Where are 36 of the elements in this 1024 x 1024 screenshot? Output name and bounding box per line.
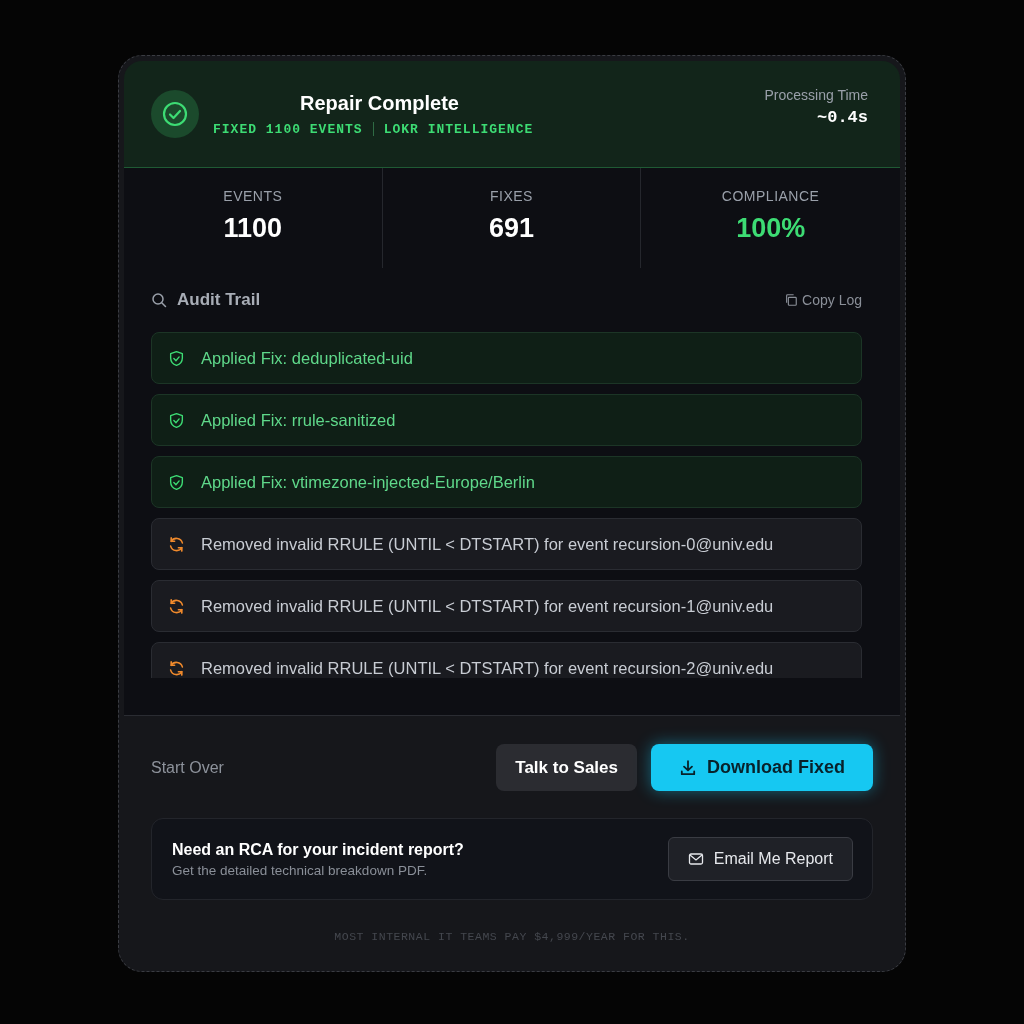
audit-trail-heading: Audit Trail bbox=[177, 290, 261, 310]
stat-label: FIXES bbox=[490, 188, 533, 204]
copy-log-button[interactable]: Copy Log bbox=[784, 292, 862, 308]
log-text: Removed invalid RRULE (UNTIL < DTSTART) for event recursion-1@univ.edu bbox=[201, 596, 774, 616]
mail-icon bbox=[687, 851, 704, 867]
processing-time-label: Processing Time bbox=[764, 87, 868, 103]
start-over-link[interactable]: Start Over bbox=[151, 758, 224, 777]
log-text: Applied Fix: rrule-sanitized bbox=[201, 410, 396, 430]
processing-time-value: ~0.4s bbox=[817, 108, 868, 127]
log-text: Applied Fix: deduplicated-uid bbox=[201, 348, 413, 368]
stat-label: EVENTS bbox=[223, 188, 283, 204]
log-text: Applied Fix: vtimezone-injected-Europe/Berlin bbox=[201, 472, 535, 492]
stat-value: 100% bbox=[736, 213, 806, 244]
copy-icon bbox=[784, 293, 799, 307]
events-fixed-label: FIXED 1100 EVENTS bbox=[213, 121, 363, 137]
refresh-icon bbox=[168, 659, 185, 677]
shield-check-icon bbox=[168, 349, 185, 367]
stat-label: COMPLIANCE bbox=[721, 188, 820, 204]
talk-to-sales-button[interactable]: Talk to Sales bbox=[496, 744, 637, 791]
title: Repair Complete bbox=[300, 91, 460, 115]
stat-value: 1100 bbox=[223, 213, 283, 244]
log-text: Removed invalid RRULE (UNTIL < DTSTART) for event recursion-2@univ.edu bbox=[201, 658, 774, 678]
download-fixed-button[interactable]: Download Fixed bbox=[651, 744, 873, 791]
log-text: Removed invalid RRULE (UNTIL < DTSTART) for event recursion-0@univ.edu bbox=[201, 534, 774, 554]
rca-description: Get the detailed technical breakdown PDF. bbox=[172, 862, 429, 878]
brand-label: LOKR INTELLIGENCE bbox=[383, 121, 534, 137]
refresh-icon bbox=[168, 535, 185, 553]
refresh-icon bbox=[168, 597, 185, 615]
shield-check-icon bbox=[168, 411, 185, 429]
stat-value: 691 bbox=[488, 213, 534, 244]
email-report-button[interactable]: Email Me Report bbox=[667, 837, 853, 881]
download-icon bbox=[679, 758, 697, 777]
shield-check-icon bbox=[168, 473, 185, 491]
check-circle-icon bbox=[151, 90, 199, 138]
rca-heading: Need an RCA for your incident report? bbox=[172, 840, 464, 859]
search-icon bbox=[151, 292, 167, 308]
